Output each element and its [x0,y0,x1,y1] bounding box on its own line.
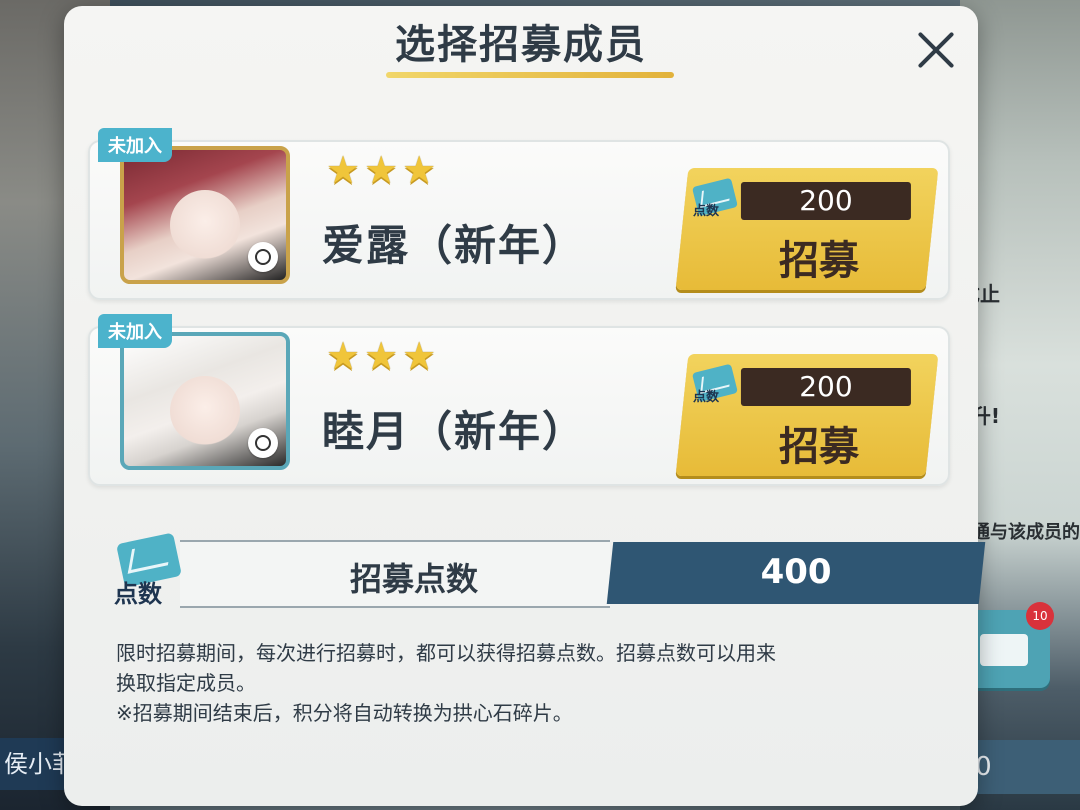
title-underline [386,72,674,78]
star-icon: ★ [402,148,437,192]
points-icon-text: 点数 [692,204,719,219]
points-value: 400 [760,552,832,592]
member-card: 未加入 ★ ★ ★ 爱露（新年） 点数 200 招募 [88,128,950,300]
member-portrait[interactable] [120,332,290,470]
portrait-face [170,190,240,260]
member-name: 睦月（新年） [322,407,587,456]
star-icon: ★ [364,148,399,192]
description-line: 换取指定成员。 [116,671,256,695]
star-icon: ★ [326,334,361,378]
target-icon[interactable] [248,242,278,272]
status-badge: 未加入 [98,128,172,162]
envelope-icon [980,634,1028,666]
recruit-cost: 200 [740,368,911,406]
points-icon: 点数 [689,177,743,224]
star-icon: ★ [402,334,437,378]
description-note: ※招募期间结束后，积分将自动转换为拱心石碎片。 [116,701,573,725]
points-value-box: 400 [606,542,986,604]
points-icon-text: 点数 [692,390,719,405]
member-name: 爱露（新年） [322,221,587,270]
points-icon: 点数 [110,532,190,612]
notification-badge: 10 [1026,602,1054,630]
recruit-cost: 200 [740,182,911,220]
points-label-area: 招募点数 [180,540,610,608]
target-icon[interactable] [248,428,278,458]
points-icon: 点数 [689,363,743,410]
star-icon: ★ [326,148,361,192]
status-badge: 未加入 [98,314,172,348]
points-icon-text: 点数 [114,580,162,608]
recruit-member-dialog: 选择招募成员 未加入 ★ ★ ★ 爱露（新年） 点数 200 招募 未加入 ★ … [64,6,986,806]
rarity-stars: ★ ★ ★ [326,150,436,190]
member-portrait[interactable] [120,146,290,284]
description: 限时招募期间，每次进行招募时，都可以获得招募点数。招募点数可以用来 换取指定成员… [116,638,936,728]
rarity-stars: ★ ★ ★ [326,336,436,376]
close-icon[interactable] [914,28,958,72]
background-text: 通与该成员的 [972,522,1080,543]
dialog-title: 选择招募成员 [395,22,647,68]
portrait-face [170,376,240,446]
member-card: 未加入 ★ ★ ★ 睦月（新年） 点数 200 招募 [88,314,950,486]
description-line: 限时招募期间，每次进行招募时，都可以获得招募点数。招募点数可以用来 [116,641,776,665]
recruit-button[interactable]: 点数 200 招募 [675,354,939,476]
recruit-button-label: 招募 [779,424,860,470]
points-label: 招募点数 [350,560,479,598]
recruit-button-label: 招募 [779,238,860,284]
star-icon: ★ [364,334,399,378]
recruit-button[interactable]: 点数 200 招募 [675,168,939,290]
recruit-points-bar: 招募点数 400 点数 [114,532,986,608]
